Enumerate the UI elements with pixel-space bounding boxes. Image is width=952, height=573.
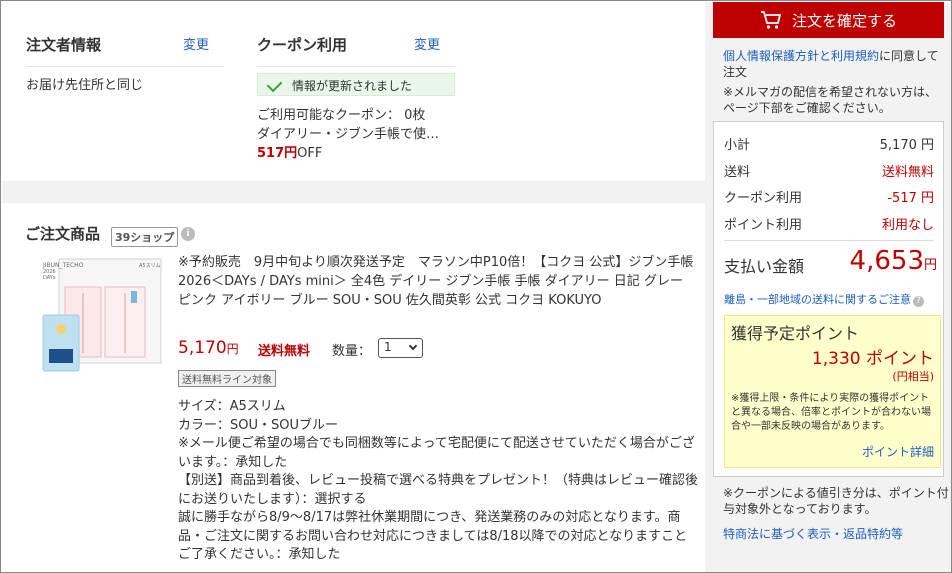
- shipping-line-tag: 送料無料ライン対象: [178, 370, 276, 387]
- price-unit: 円: [226, 342, 239, 356]
- coupon-row: クーポン利用 -517 円: [724, 187, 934, 206]
- coupon-divider: [257, 66, 455, 67]
- points-value: 1,330 ポイント: [811, 349, 934, 369]
- point-use-value: 利用なし: [881, 218, 934, 233]
- shop-badge: 39ショップ: [111, 227, 179, 247]
- shipping-row: 送料 送料無料: [724, 161, 934, 180]
- products-title: ご注文商品: [25, 225, 101, 243]
- coupon-title: クーポン利用: [257, 36, 348, 54]
- points-yen-equivalent: (円相当): [892, 370, 934, 383]
- coupon-discount-value: 517円: [257, 146, 298, 161]
- subtotal-label: 小計: [724, 138, 751, 153]
- orderer-address: お届け先住所と同じ: [26, 78, 144, 93]
- help-icon: ?: [913, 296, 924, 307]
- coupon-available: ご利用可能なクーポン： 0枚: [257, 108, 426, 123]
- coupon-use-value: -517 円: [887, 191, 934, 206]
- product-thumbnail[interactable]: JIBUN_TECHO 2026 DAYs A5スリム: [35, 257, 163, 375]
- order-main: 注文者情報 変更 お届け先住所と同じ クーポン利用 変更 情報が更新されました …: [2, 2, 705, 572]
- subtotal-value: 5,170 円: [879, 138, 934, 153]
- total-amount: 4,653円: [850, 246, 937, 276]
- orderer-divider: [26, 66, 224, 67]
- option-color: カラー：SOU・SOUブルー: [178, 417, 338, 433]
- option-size: サイズ：A5スリム: [178, 399, 286, 414]
- confirm-order-label: 注文を確定する: [791, 11, 897, 30]
- order-page: 注文者情報 変更 お届け先住所と同じ クーポン利用 変更 情報が更新されました …: [0, 0, 952, 573]
- thumb-size: A5スリム: [139, 263, 161, 269]
- thumb-edition: DAYs: [43, 275, 56, 281]
- coupon-point-note: ※クーポンによる値引き分は、ポイント付与対象外となっております。: [723, 486, 949, 516]
- point-use-label: ポイント利用: [724, 218, 803, 233]
- section-separator: [2, 181, 705, 203]
- check-icon: [266, 76, 283, 93]
- total-label: 支払い金額: [724, 257, 805, 276]
- agreement-text: 個人情報保護方針と利用規約に同意して注文: [723, 48, 945, 80]
- quantity-value: 1: [384, 340, 392, 354]
- option-mail-note: ※メール便ご希望の場合でも同梱数等によって宅配便にて配送させていただく場合がござ…: [178, 436, 695, 470]
- coupon-change-link[interactable]: 変更: [414, 34, 440, 53]
- shipping-value: 送料無料: [881, 165, 934, 180]
- orderer-title: 注文者情報: [26, 36, 102, 54]
- planner-image-icon: JIBUN_TECHO 2026 DAYs A5スリム: [42, 258, 162, 372]
- option-review-gift: 【別送】商品到着後、レビュー投稿で選べる特典をプレゼント！（特典はレビュー確認後…: [178, 473, 699, 507]
- confirm-order-button[interactable]: 注文を確定する: [713, 2, 944, 38]
- total-value: 4,653: [849, 246, 924, 276]
- update-notice-text: 情報が更新されました: [292, 79, 413, 93]
- points-note: ※獲得上限・条件により実際の獲得ポイントと異なる場合、倍率とポイントが合わない場…: [731, 393, 931, 432]
- price-value: 5,170: [178, 338, 227, 358]
- privacy-terms-link[interactable]: 個人情報保護方針と利用規約: [723, 49, 879, 63]
- coupon-use-label: クーポン利用: [724, 191, 803, 206]
- earned-points-box: 獲得予定ポイント 1,330 ポイント (円相当) ※獲得上限・条件により実際の…: [724, 315, 941, 468]
- point-row: ポイント利用 利用なし: [724, 214, 934, 233]
- points-title: 獲得予定ポイント: [731, 324, 860, 343]
- orderer-change-link[interactable]: 変更: [183, 34, 209, 53]
- product-description-link[interactable]: ※予約販売 9月中旬より順次発送予定 マラソン中P10倍！【コクヨ 公式】ジブン…: [178, 253, 700, 310]
- payment-summary: 小計 5,170 円 送料 送料無料 クーポン利用 -517 円 ポイント利用 利用なし…: [713, 121, 944, 477]
- info-icon[interactable]: i: [181, 227, 195, 241]
- newsletter-note: ※メルマガの配信を希望されない方は、ページ下部をご確認ください。: [723, 85, 938, 115]
- commerce-law-link[interactable]: 特商法に基づく表示・返品特約等: [723, 525, 903, 542]
- subtotal-row: 小計 5,170 円: [724, 134, 934, 153]
- chevron-down-icon: [408, 341, 418, 351]
- coupon-discount-suffix: OFF: [297, 146, 323, 161]
- points-detail-link[interactable]: ポイント詳細: [862, 443, 934, 460]
- summary-divider: [724, 240, 934, 241]
- quantity-label: 数量：: [332, 344, 372, 359]
- product-options: サイズ：A5スリム カラー：SOU・SOUブルー ※メール便ご希望の場合でも同梱…: [178, 398, 700, 565]
- remote-shipping-link[interactable]: 離島・一部地域の送料に関するご注意?: [724, 291, 924, 307]
- coupon-name: ダイアリー・ジブン手帳で使…: [257, 127, 440, 142]
- thumb-brand: JIBUN_TECHO: [42, 262, 84, 269]
- cart-icon: [760, 11, 782, 29]
- free-shipping-label: 送料無料: [258, 344, 311, 359]
- product-price: 5,170円: [178, 338, 239, 358]
- order-sidebar: 注文を確定する 個人情報保護方針と利用規約に同意して注文 ※メルマガの配信を希望…: [705, 2, 951, 572]
- option-holiday-note: 誠に勝手ながら8/9〜8/17は弊社休業期間につき、発送業務のみの対応となります…: [178, 510, 688, 562]
- shipping-label: 送料: [724, 165, 751, 180]
- total-unit: 円: [923, 258, 937, 273]
- remote-shipping-text: 離島・一部地域の送料に関するご注意: [724, 293, 911, 306]
- coupon-discount: 517円OFF: [257, 142, 322, 161]
- quantity-select[interactable]: 1: [378, 338, 423, 358]
- update-notice: 情報が更新されました: [257, 73, 455, 96]
